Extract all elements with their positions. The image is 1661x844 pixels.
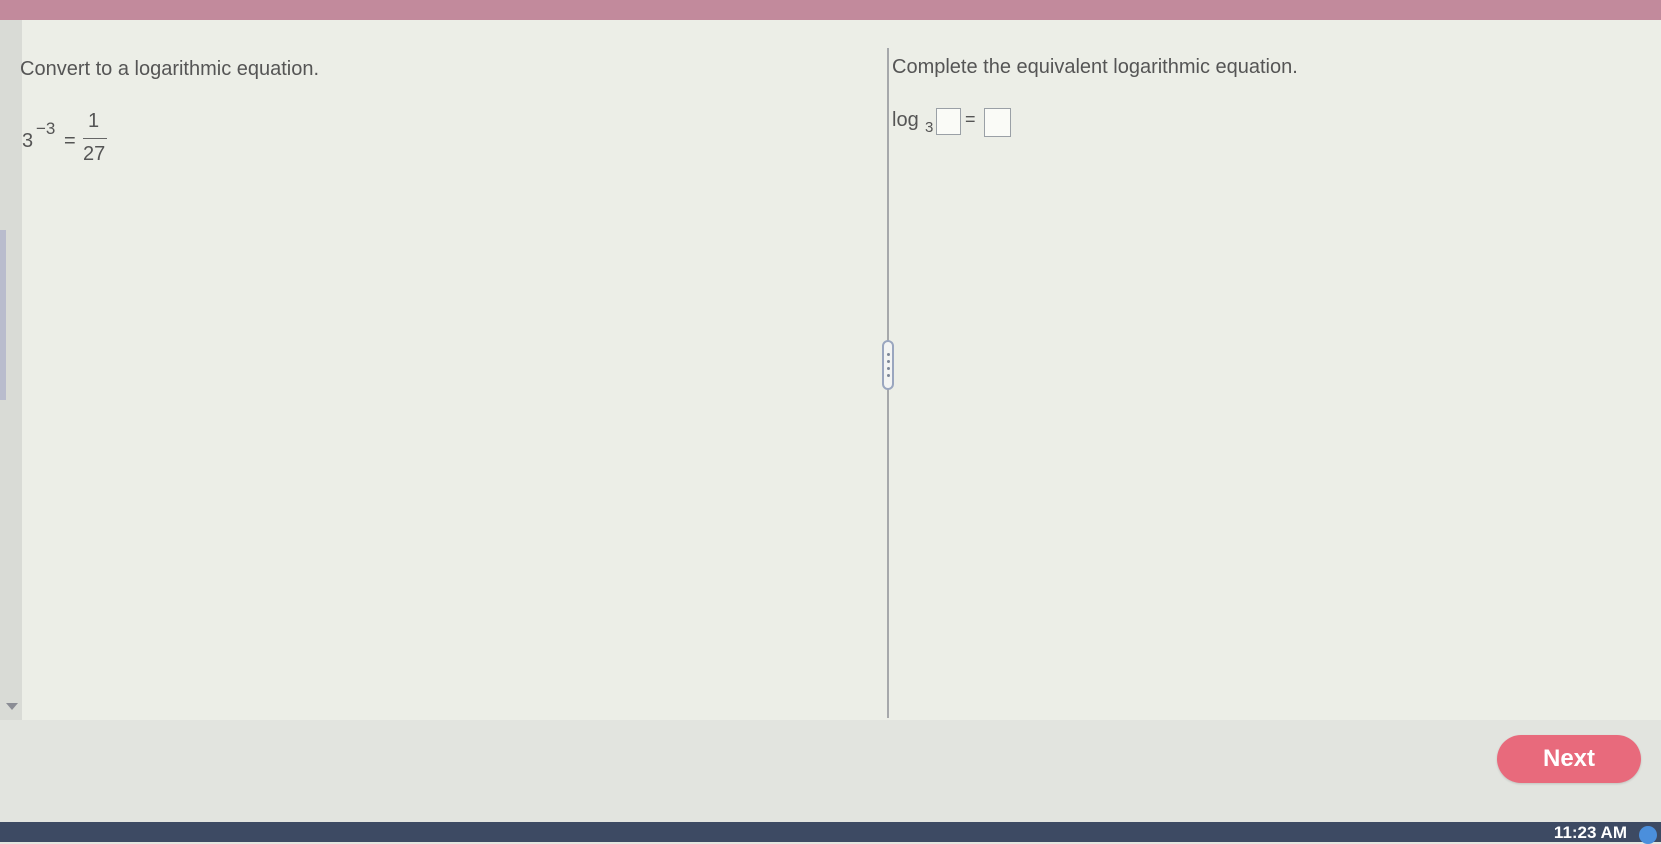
tray-globe-icon[interactable] xyxy=(1639,826,1657,844)
top-bar xyxy=(0,0,1661,20)
fraction-denominator: 27 xyxy=(83,143,106,165)
log-base: 3 xyxy=(925,119,934,136)
next-button[interactable]: Next xyxy=(1497,735,1641,783)
log-value-input[interactable] xyxy=(984,108,1011,137)
equation-equals: = xyxy=(64,130,76,152)
scroll-thumb[interactable] xyxy=(0,230,6,400)
equation-exponent: −3 xyxy=(36,119,56,138)
fraction-numerator: 1 xyxy=(88,110,100,132)
footer-bar xyxy=(0,720,1661,822)
question-pane: Convert to a logarithmic equation. 3 −3 … xyxy=(20,20,886,700)
log-equals: = xyxy=(965,109,976,129)
os-taskbar: 11:23 AM xyxy=(0,822,1661,844)
log-argument-input[interactable] xyxy=(936,108,961,135)
question-instruction: Convert to a logarithmic equation. xyxy=(20,58,320,80)
answer-pane: Complete the equivalent logarithmic equa… xyxy=(892,20,1661,700)
left-scroll-strip[interactable] xyxy=(0,20,22,720)
equation-base: 3 xyxy=(22,130,34,152)
question-panel: Convert to a logarithmic equation. 3 −3 … xyxy=(20,20,1661,720)
taskbar-clock[interactable]: 11:23 AM xyxy=(1554,823,1627,843)
answer-instruction: Complete the equivalent logarithmic equa… xyxy=(892,56,1298,78)
scroll-down-arrow-icon[interactable] xyxy=(6,703,18,710)
log-label: log xyxy=(892,109,919,131)
fraction-bar xyxy=(83,138,107,139)
